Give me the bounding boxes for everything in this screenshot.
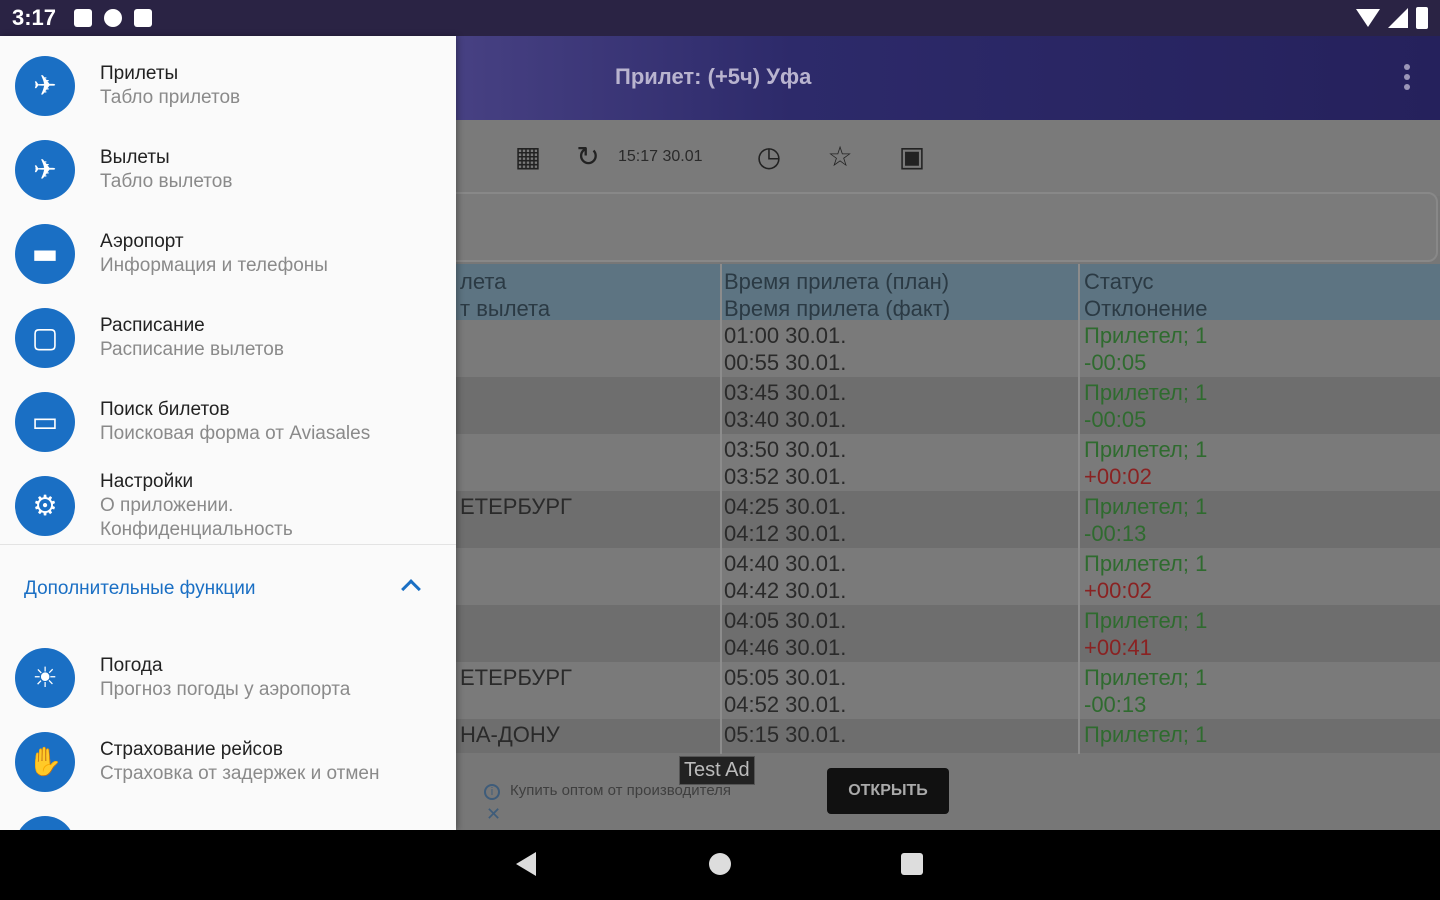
plane-takeoff-icon: ✈ — [15, 140, 75, 200]
sd-card-icon — [134, 9, 153, 27]
refresh-icon[interactable]: ↻ — [571, 140, 605, 174]
app-icon — [15, 816, 75, 830]
chevron-up-icon[interactable] — [401, 579, 421, 599]
search-input[interactable] — [440, 192, 1438, 262]
drawer-item-partial[interactable] — [0, 804, 456, 830]
ad-banner[interactable]: Test Ad i ✕ Купить оптом от производител… — [460, 756, 1440, 830]
notification-icon — [74, 9, 93, 27]
section-extra-functions[interactable]: Дополнительные функции — [24, 578, 256, 600]
navigation-drawer: ✈ Прилеты Табло прилетов ✈ Вылеты Табло … — [0, 36, 456, 830]
star-icon[interactable]: ☆ — [823, 140, 857, 174]
close-icon[interactable]: ✕ — [486, 804, 501, 825]
drawer-item-airport[interactable]: ▬ Аэропорт Информация и телефоны — [0, 212, 456, 296]
calendar-icon: ▢ — [15, 308, 75, 368]
drawer-item-arrivals[interactable]: ✈ Прилеты Табло прилетов — [0, 44, 456, 128]
drawer-item-insurance[interactable]: ✋ Страхование рейсов Страховка от задерж… — [0, 720, 456, 804]
status-time: 3:17 — [12, 5, 57, 30]
drawer-item-tickets[interactable]: ▭ Поиск билетов Поисковая форма от Avias… — [0, 380, 456, 464]
drawer-divider — [0, 544, 456, 545]
drawer-item-departures[interactable]: ✈ Вылеты Табло вылетов — [0, 128, 456, 212]
drawer-item-settings[interactable]: ⚙ Настройки О приложении. Конфиденциальн… — [0, 464, 456, 548]
overflow-menu-icon[interactable] — [1404, 64, 1410, 92]
ticket-icon: ▭ — [15, 392, 75, 452]
drawer-item-schedule[interactable]: ▢ Расписание Расписание вылетов — [0, 296, 456, 380]
recents-icon[interactable] — [901, 853, 923, 875]
column-divider — [1078, 264, 1080, 754]
ad-open-button[interactable]: ОТКРЫТЬ — [827, 768, 949, 814]
ad-text: Купить оптом от производителя — [510, 782, 732, 799]
notification-icon — [104, 9, 123, 27]
test-ad-badge: Test Ad — [679, 756, 755, 785]
page-title: Прилет: (+5ч) Уфа — [615, 64, 812, 89]
column-header-time: Время прилета (план) Время прилета (факт… — [724, 269, 951, 321]
home-icon[interactable] — [709, 853, 731, 875]
calendar-icon[interactable]: ▣ — [895, 140, 929, 174]
battery-icon — [1416, 7, 1428, 29]
history-icon[interactable]: ◷ — [752, 140, 786, 174]
grid-icon[interactable]: ▦ — [511, 140, 545, 174]
sun-icon: ☀ — [15, 648, 75, 708]
settings-icon: ⚙ — [15, 476, 75, 536]
column-header-status: Статус Отклонение — [1084, 269, 1208, 321]
wifi-icon — [1356, 9, 1380, 27]
signal-icon — [1388, 8, 1408, 28]
back-icon[interactable] — [516, 852, 536, 876]
column-header-origin: лета т вылета — [460, 269, 551, 321]
info-icon[interactable]: i — [484, 784, 500, 800]
bus-icon: ▬ — [15, 224, 75, 284]
status-bar: 3:17 — [0, 0, 1440, 36]
column-divider — [720, 264, 722, 754]
system-nav-bar — [0, 830, 1440, 900]
last-update-time: 15:17 30.01 — [618, 148, 703, 165]
handshake-icon: ✋ — [15, 732, 75, 792]
plane-landing-icon: ✈ — [15, 56, 75, 116]
drawer-item-weather[interactable]: ☀ Погода Прогноз погоды у аэропорта — [0, 636, 456, 720]
